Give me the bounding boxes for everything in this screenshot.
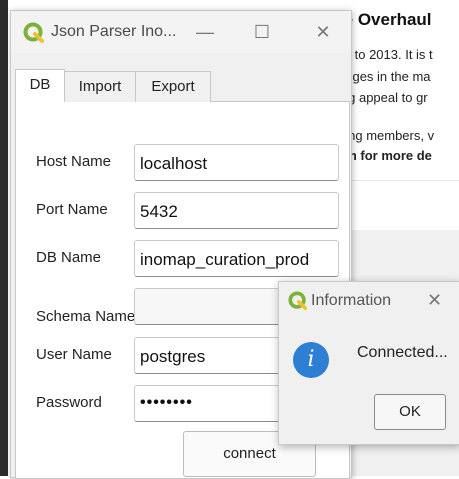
ok-button[interactable]: OK <box>374 394 446 430</box>
tab-db[interactable]: DB <box>15 69 65 102</box>
maximize-button[interactable]: ☐ <box>245 19 279 45</box>
background-heading: te Overhaul <box>338 10 432 29</box>
information-message: Connected... <box>357 344 448 361</box>
password-label: Password <box>36 394 102 411</box>
background-text-line: em for more de <box>338 148 432 163</box>
schema-name-label: Schema Name <box>36 308 136 325</box>
tab-export[interactable]: Export <box>135 71 211 102</box>
minimize-button[interactable]: — <box>188 19 222 45</box>
db-name-label: DB Name <box>36 249 102 266</box>
db-name-input[interactable]: inomap_curation_prod <box>134 240 339 277</box>
background-text-line: anges in the ma <box>338 69 431 84</box>
info-icon: i <box>293 342 329 378</box>
port-name-input[interactable]: 5432 <box>134 192 339 229</box>
qgis-logo-icon <box>288 291 308 311</box>
background-text-line: ing appeal to gr <box>338 90 428 105</box>
information-dialog: Information ✕ i Connected... OK <box>278 281 459 445</box>
window-title: Json Parser Ino... <box>51 23 177 40</box>
information-close-button[interactable]: ✕ <box>427 290 442 311</box>
qgis-logo-icon <box>23 22 44 43</box>
host-name-label: Host Name <box>36 153 112 170</box>
background-edge-strip <box>0 0 8 476</box>
tab-import[interactable]: Import <box>64 71 136 102</box>
background-divider <box>336 180 459 181</box>
port-name-label: Port Name <box>36 201 108 218</box>
title-bar[interactable]: Json Parser Ino... — ☐ ✕ <box>11 11 351 53</box>
host-name-input[interactable]: localhost <box>134 144 339 181</box>
user-name-label: User Name <box>36 346 112 363</box>
information-body: i Connected... OK <box>279 322 459 444</box>
close-button[interactable]: ✕ <box>306 19 340 45</box>
background-text-line: ning members, v <box>338 128 435 143</box>
information-title: Information <box>311 292 392 309</box>
background-text-line: ck to 2013. It is t <box>338 47 433 62</box>
